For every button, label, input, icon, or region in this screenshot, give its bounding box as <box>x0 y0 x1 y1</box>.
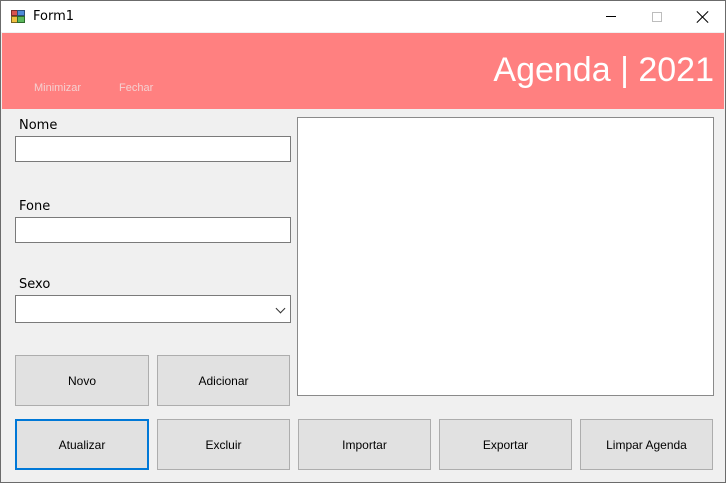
header-banner: Minimizar Fechar Agenda | 2021 <box>2 33 724 109</box>
close-link[interactable]: Fechar <box>119 82 153 94</box>
limpar-agenda-button[interactable]: Limpar Agenda <box>580 419 713 470</box>
phone-label: Fone <box>19 199 51 214</box>
maximize-icon <box>652 11 662 22</box>
close-icon <box>697 11 709 23</box>
maximize-window-button[interactable] <box>634 1 680 32</box>
sex-label: Sexo <box>19 277 51 292</box>
adicionar-button[interactable]: Adicionar <box>157 355 290 406</box>
exportar-button[interactable]: Exportar <box>439 419 572 470</box>
phone-input[interactable] <box>15 217 291 243</box>
app-icon <box>11 10 25 23</box>
name-input[interactable] <box>15 136 291 162</box>
main-window: Form1 Minimizar Fechar Agenda | 2021 Nom… <box>0 0 726 483</box>
minimize-link[interactable]: Minimizar <box>34 82 81 94</box>
title-bar[interactable]: Form1 <box>1 1 725 32</box>
importar-button[interactable]: Importar <box>298 419 431 470</box>
minimize-window-button[interactable] <box>588 1 634 32</box>
atualizar-button[interactable]: Atualizar <box>15 419 149 470</box>
close-window-button[interactable] <box>680 1 726 32</box>
novo-button[interactable]: Novo <box>15 355 149 406</box>
minimize-icon <box>606 16 616 17</box>
page-title: Agenda | 2021 <box>493 51 714 89</box>
chevron-down-icon <box>275 303 286 314</box>
name-label: Nome <box>19 118 58 133</box>
contacts-list[interactable] <box>297 117 714 396</box>
excluir-button[interactable]: Excluir <box>157 419 290 470</box>
window-title: Form1 <box>33 9 75 24</box>
sex-select[interactable] <box>15 295 291 323</box>
